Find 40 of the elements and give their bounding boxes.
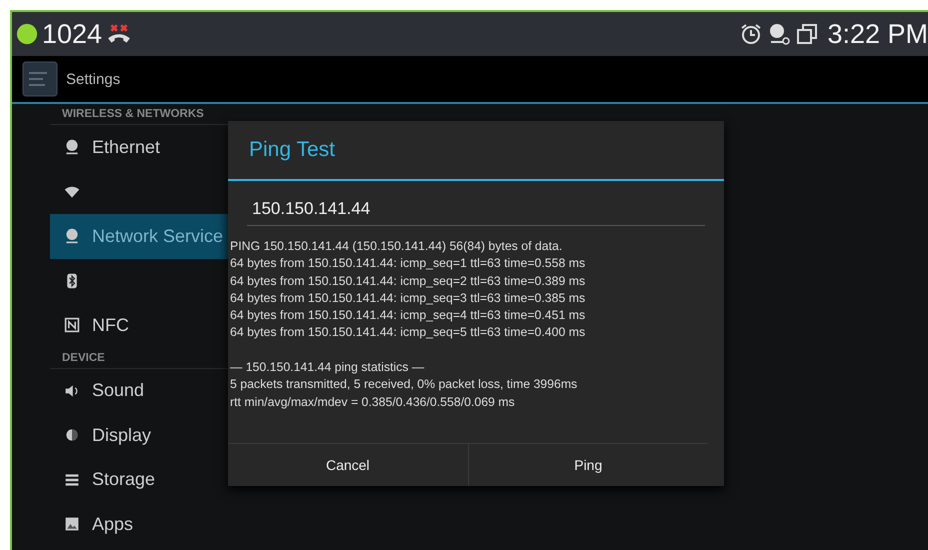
settings-item[interactable]: Ethernet [50,125,230,170]
settings-item-label: Ethernet [92,136,160,158]
hang-up-phone-icon [106,23,132,45]
windows-icon [795,22,820,46]
settings-item[interactable]: Sound [50,368,230,413]
ping-statistics-line: — 150.150.141.44 ping statistics — [230,359,426,376]
settings-item-label: Sound [92,380,144,402]
nfc-icon [64,317,80,334]
settings-item[interactable]: Apps [50,502,230,546]
action-bar-title: Settings [66,70,120,88]
settings-item-label: NFC [92,314,129,336]
section-header: WIRELESS & NETWORKS [50,104,230,125]
settings-item[interactable]: Storage [50,458,230,502]
alarm-clock-icon [739,22,764,46]
settings-item[interactable]: Display [50,413,230,458]
brightness-icon [64,427,80,444]
extension-number: 1024 [42,18,102,50]
status-time: 3:22 PM [827,18,928,50]
settings-item[interactable]: NFC [50,303,230,348]
dialog-title: Ping Test [228,121,724,181]
settings-app-icon[interactable] [22,61,58,97]
ping-output-line: 64 bytes from 150.150.141.44: icmp_seq=3 ttl=63 time=0.385 ms [230,290,586,307]
settings-item-label: Network Service [92,226,224,247]
speaker-icon [64,382,80,399]
cancel-button[interactable]: Cancel [228,444,468,486]
ping-statistics-line: 5 packets transmitted, 5 received, 0% packet loss, time 3996ms [230,376,578,394]
bluetooth-icon [64,272,80,289]
settings-item-label: Storage [92,469,156,490]
storage-icon [64,472,80,488]
ping-statistics-line: rtt min/avg/max/mdev = 0.385/0.436/0.558/0.069 ms [230,394,516,411]
status-dot-icon [16,23,38,45]
ping-output-line: 64 bytes from 150.150.141.44: icmp_seq=5 ttl=63 time=0.400 ms [230,324,586,342]
address-input-field[interactable]: 150.150.141.44 [247,199,705,226]
ping-output-line: 64 bytes from 150.150.141.44: icmp_seq=2 ttl=63 time=0.389 ms [230,272,586,290]
ping-output-line: 64 bytes from 150.150.141.44: icmp_seq=4 ttl=63 time=0.451 ms [230,307,586,324]
picture-icon [64,516,80,532]
settings-item-label: Apps [92,514,134,535]
ping-button[interactable]: Ping [468,444,708,486]
wifi-icon [64,184,80,200]
settings-item-label: Display [92,424,152,446]
